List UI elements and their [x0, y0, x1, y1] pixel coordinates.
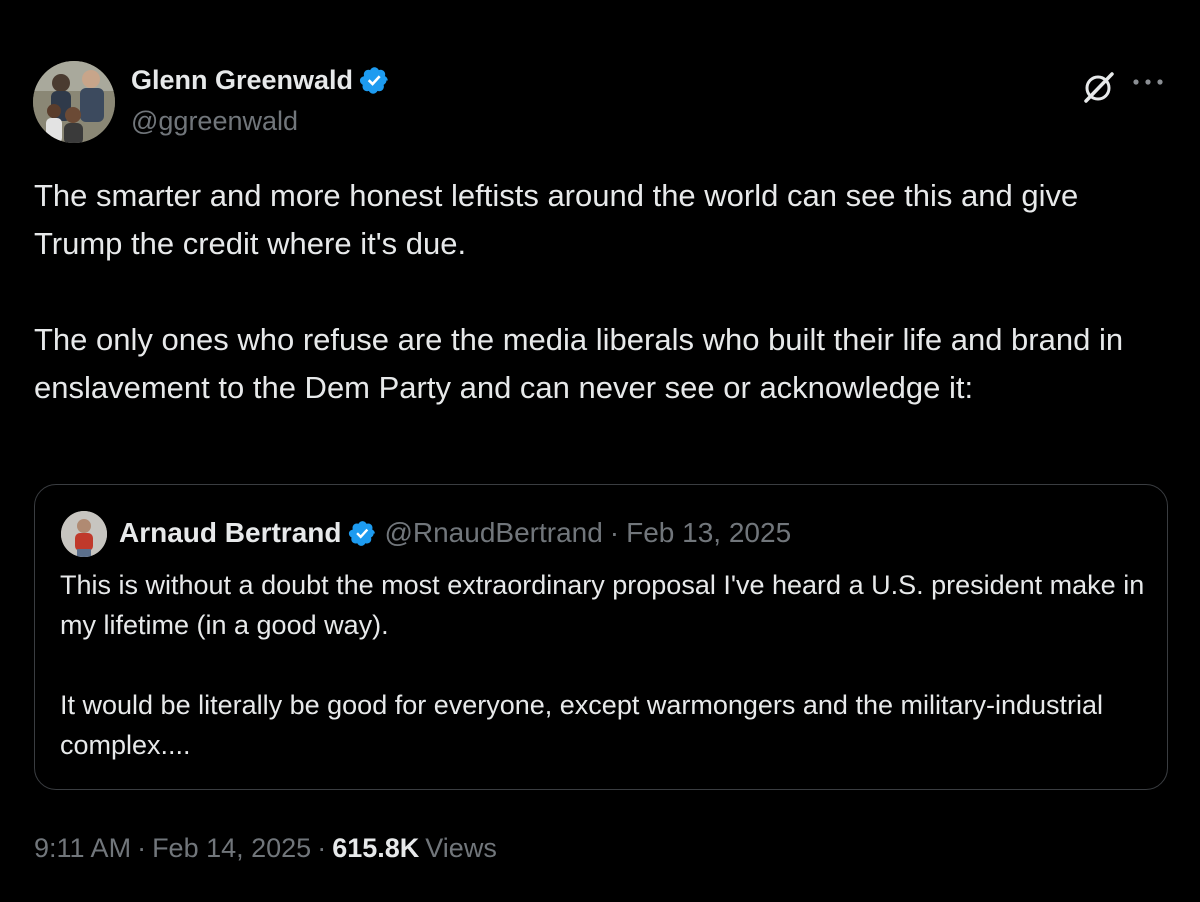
verified-badge-icon[interactable]: [348, 519, 377, 548]
verified-badge-icon[interactable]: [359, 65, 390, 96]
grok-icon[interactable]: [1082, 70, 1116, 104]
quoted-post-date[interactable]: Feb 13, 2025: [626, 513, 791, 553]
quoted-post-text: This is without a doubt the most extraor…: [60, 565, 1150, 765]
more-options-icon[interactable]: [1128, 70, 1168, 94]
separator-dot: ·: [609, 517, 620, 548]
views-label: Views: [425, 833, 497, 863]
quoted-post-header: Arnaud Bertrand @RnaudBertrand · Feb 13,…: [119, 513, 791, 553]
author-handle[interactable]: @ggreenwald: [131, 103, 298, 139]
post-time[interactable]: 9:11 AM: [34, 828, 131, 868]
separator-dot: ·: [317, 833, 327, 863]
quoted-post-card[interactable]: Arnaud Bertrand @RnaudBertrand · Feb 13,…: [34, 484, 1168, 790]
quoted-author-avatar-photo: [61, 511, 107, 557]
post-paragraph: The smarter and more honest leftists aro…: [34, 178, 1079, 261]
author-name[interactable]: Glenn Greenwald: [131, 62, 353, 98]
author-name-row[interactable]: Glenn Greenwald: [131, 62, 390, 98]
author-avatar[interactable]: [33, 61, 115, 143]
quoted-post-paragraph: It would be literally be good for everyo…: [60, 690, 1104, 760]
post-detail: Glenn Greenwald @ggreenwald The smarter …: [0, 0, 1200, 902]
post-paragraph: The only ones who refuse are the media l…: [34, 322, 1124, 405]
post-meta: 9:11 AM · Feb 14, 2025 · 615.8K Views: [34, 828, 497, 868]
post-date[interactable]: Feb 14, 2025: [152, 828, 311, 868]
post-text: The smarter and more honest leftists aro…: [34, 172, 1174, 412]
quoted-author-avatar[interactable]: [61, 511, 107, 557]
quoted-author-handle[interactable]: @RnaudBertrand: [384, 513, 602, 553]
author-avatar-photo: [33, 61, 115, 143]
quoted-post-paragraph: This is without a doubt the most extraor…: [60, 570, 1145, 640]
views-count: 615.8K: [332, 833, 420, 863]
separator-dot: ·: [137, 833, 147, 863]
quoted-author-name[interactable]: Arnaud Bertrand: [119, 513, 341, 553]
